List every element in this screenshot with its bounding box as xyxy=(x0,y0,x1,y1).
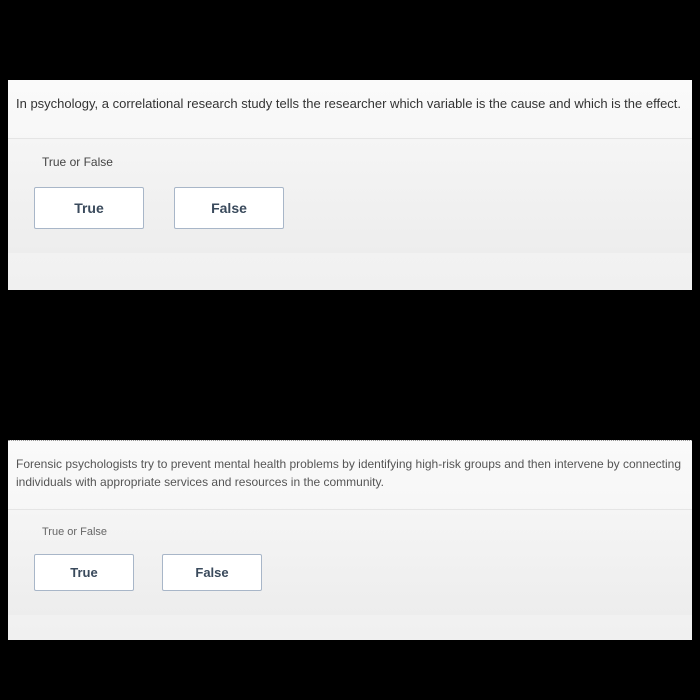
answer-section: True or False True False xyxy=(8,510,692,615)
button-row: True False xyxy=(8,554,692,591)
true-button[interactable]: True xyxy=(34,554,134,591)
false-button[interactable]: False xyxy=(162,554,262,591)
question-text: In psychology, a correlational research … xyxy=(8,80,692,139)
prompt-label: True or False xyxy=(8,526,692,554)
question-card-2: Forensic psychologists try to prevent me… xyxy=(8,440,692,640)
question-text: Forensic psychologists try to prevent me… xyxy=(8,441,692,510)
question-card-1: In psychology, a correlational research … xyxy=(8,80,692,290)
false-button[interactable]: False xyxy=(174,187,284,229)
answer-section: True or False True False xyxy=(8,139,692,253)
prompt-label: True or False xyxy=(8,155,692,187)
true-button[interactable]: True xyxy=(34,187,144,229)
button-row: True False xyxy=(8,187,692,229)
